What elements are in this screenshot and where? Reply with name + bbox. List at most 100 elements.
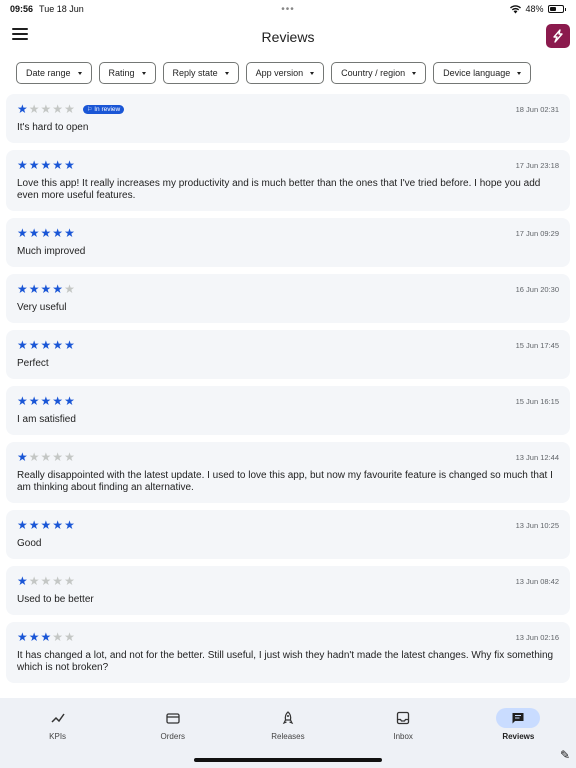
star-rating: ★ ★ ★ ★ ★ (17, 631, 75, 643)
filter-chip-date-range[interactable]: Date range (16, 62, 92, 84)
review-header: ★ ★ ★ ★ ★ ⚐ In review (17, 103, 559, 115)
star-filled-icon: ★ (52, 394, 64, 408)
review-card[interactable]: ★ ★ ★ ★ ★ 17 Jun 09:29 Much improved (6, 218, 570, 267)
filter-chip-reply-state[interactable]: Reply state (162, 62, 239, 84)
review-text: Much improved (17, 246, 86, 257)
star-filled-icon: ★ (40, 158, 52, 172)
filter-chip-device-language[interactable]: Device language (433, 62, 532, 84)
star-filled-icon: ★ (52, 158, 64, 172)
review-header: ★ ★ ★ ★ ★ (17, 395, 559, 407)
review-card[interactable]: ★ ★ ★ ★ ★ 16 Jun 20:30 Very useful (6, 274, 570, 323)
nav-item-orders[interactable]: Orders (128, 708, 218, 741)
app-bar: Reviews (0, 22, 576, 52)
star-filled-icon: ★ (64, 394, 75, 408)
review-date: 15 Jun 16:15 (515, 397, 559, 406)
review-card[interactable]: ★ ★ ★ ★ ★ 17 Jun 23:18 Love this app! It reall… (6, 150, 570, 211)
star-empty-icon: ★ (28, 450, 40, 464)
review-date: 13 Jun 10:25 (515, 521, 559, 530)
menu-icon[interactable] (12, 28, 28, 42)
star-filled-icon: ★ (40, 518, 52, 532)
review-header: ★ ★ ★ ★ ★ (17, 283, 559, 295)
star-filled-icon: ★ (17, 450, 28, 464)
nav-label: Inbox (393, 732, 413, 741)
star-filled-icon: ★ (17, 282, 28, 296)
filter-chip-country-region[interactable]: Country / region (331, 62, 427, 84)
filter-chip-label: Device language (443, 68, 511, 78)
star-filled-icon: ★ (28, 338, 40, 352)
credit-card-icon (151, 708, 195, 728)
star-rating: ★ ★ ★ ★ ★ (17, 159, 75, 171)
nav-item-reviews[interactable]: Reviews (473, 708, 563, 741)
review-header: ★ ★ ★ ★ ★ (17, 159, 559, 171)
star-empty-icon: ★ (40, 574, 52, 588)
star-empty-icon: ★ (52, 574, 64, 588)
star-empty-icon: ★ (64, 282, 75, 296)
star-filled-icon: ★ (52, 282, 64, 296)
star-filled-icon: ★ (52, 226, 64, 240)
star-rating: ★ ★ ★ ★ ★ (17, 283, 75, 295)
page-title: Reviews (261, 29, 315, 45)
status-bar: 09:56 Tue 18 Jun ••• 48% (0, 0, 576, 18)
dropdown-caret-icon (77, 71, 82, 75)
review-card[interactable]: ★ ★ ★ ★ ★ ⚐ In review 18 Jun 02:31 It's hard to … (6, 94, 570, 143)
review-text: I am satisfied (17, 414, 76, 425)
star-filled-icon: ★ (52, 518, 64, 532)
flag-icon: ⚐ (86, 106, 93, 113)
filter-chip-label: App version (255, 68, 304, 78)
star-empty-icon: ★ (64, 450, 75, 464)
filter-chips: Date range Rating Reply state App version Co… (16, 62, 560, 84)
star-filled-icon: ★ (40, 282, 52, 296)
nav-item-releases[interactable]: Releases (243, 708, 333, 741)
filter-chip-label: Country / region (341, 68, 406, 78)
nav-item-inbox[interactable]: Inbox (358, 708, 448, 741)
review-header: ★ ★ ★ ★ ★ (17, 227, 559, 239)
review-card[interactable]: ★ ★ ★ ★ ★ 13 Jun 02:16 It has changed a lot, a… (6, 622, 570, 683)
nav-label: Orders (160, 732, 185, 741)
battery-tip (564, 7, 566, 11)
nav-label: Reviews (502, 732, 535, 741)
app-logo[interactable] (546, 24, 570, 48)
review-date: 15 Jun 17:45 (515, 341, 559, 350)
star-filled-icon: ★ (17, 630, 28, 644)
star-filled-icon: ★ (17, 226, 28, 240)
star-empty-icon: ★ (52, 450, 64, 464)
chat-icon (496, 708, 541, 728)
review-text: Good (17, 538, 42, 549)
review-header: ★ ★ ★ ★ ★ (17, 631, 559, 643)
star-filled-icon: ★ (64, 518, 75, 532)
star-empty-icon: ★ (28, 102, 40, 116)
review-date: 18 Jun 02:31 (515, 105, 559, 114)
status-time: 09:56 (10, 4, 34, 14)
dropdown-caret-icon (412, 71, 417, 75)
dropdown-caret-icon (517, 71, 522, 75)
star-filled-icon: ★ (28, 226, 40, 240)
filter-chip-app-version[interactable]: App version (245, 62, 325, 84)
star-empty-icon: ★ (64, 102, 75, 116)
status-date: Tue 18 Jun (39, 4, 84, 14)
review-card[interactable]: ★ ★ ★ ★ ★ 13 Jun 10:25 Good (6, 510, 570, 559)
star-rating: ★ ★ ★ ★ ★ (17, 575, 75, 587)
home-indicator[interactable] (194, 758, 382, 762)
filter-chip-rating[interactable]: Rating (98, 62, 156, 84)
multitask-dots[interactable]: ••• (281, 4, 295, 15)
nav-item-kpis[interactable]: KPIs (13, 708, 103, 741)
star-filled-icon: ★ (17, 102, 28, 116)
review-card[interactable]: ★ ★ ★ ★ ★ 13 Jun 12:44 Really disappointed wit… (6, 442, 570, 503)
review-card[interactable]: ★ ★ ★ ★ ★ 15 Jun 16:15 I am satisfied (6, 386, 570, 435)
star-rating: ★ ★ ★ ★ ★ (17, 451, 75, 463)
filter-chip-label: Rating (108, 68, 135, 78)
review-text: It has changed a lot, and not for the be… (17, 650, 554, 673)
star-filled-icon: ★ (64, 158, 75, 172)
star-filled-icon: ★ (17, 394, 28, 408)
star-empty-icon: ★ (52, 630, 64, 644)
star-empty-icon: ★ (40, 450, 52, 464)
star-filled-icon: ★ (40, 226, 52, 240)
pencil-icon[interactable]: ✎ (560, 748, 570, 762)
dropdown-caret-icon (141, 71, 146, 75)
review-card[interactable]: ★ ★ ★ ★ ★ 13 Jun 08:42 Used to be better (6, 566, 570, 615)
star-filled-icon: ★ (28, 518, 40, 532)
star-filled-icon: ★ (28, 394, 40, 408)
review-card[interactable]: ★ ★ ★ ★ ★ 15 Jun 17:45 Perfect (6, 330, 570, 379)
star-empty-icon: ★ (64, 630, 75, 644)
review-header: ★ ★ ★ ★ ★ (17, 519, 559, 531)
